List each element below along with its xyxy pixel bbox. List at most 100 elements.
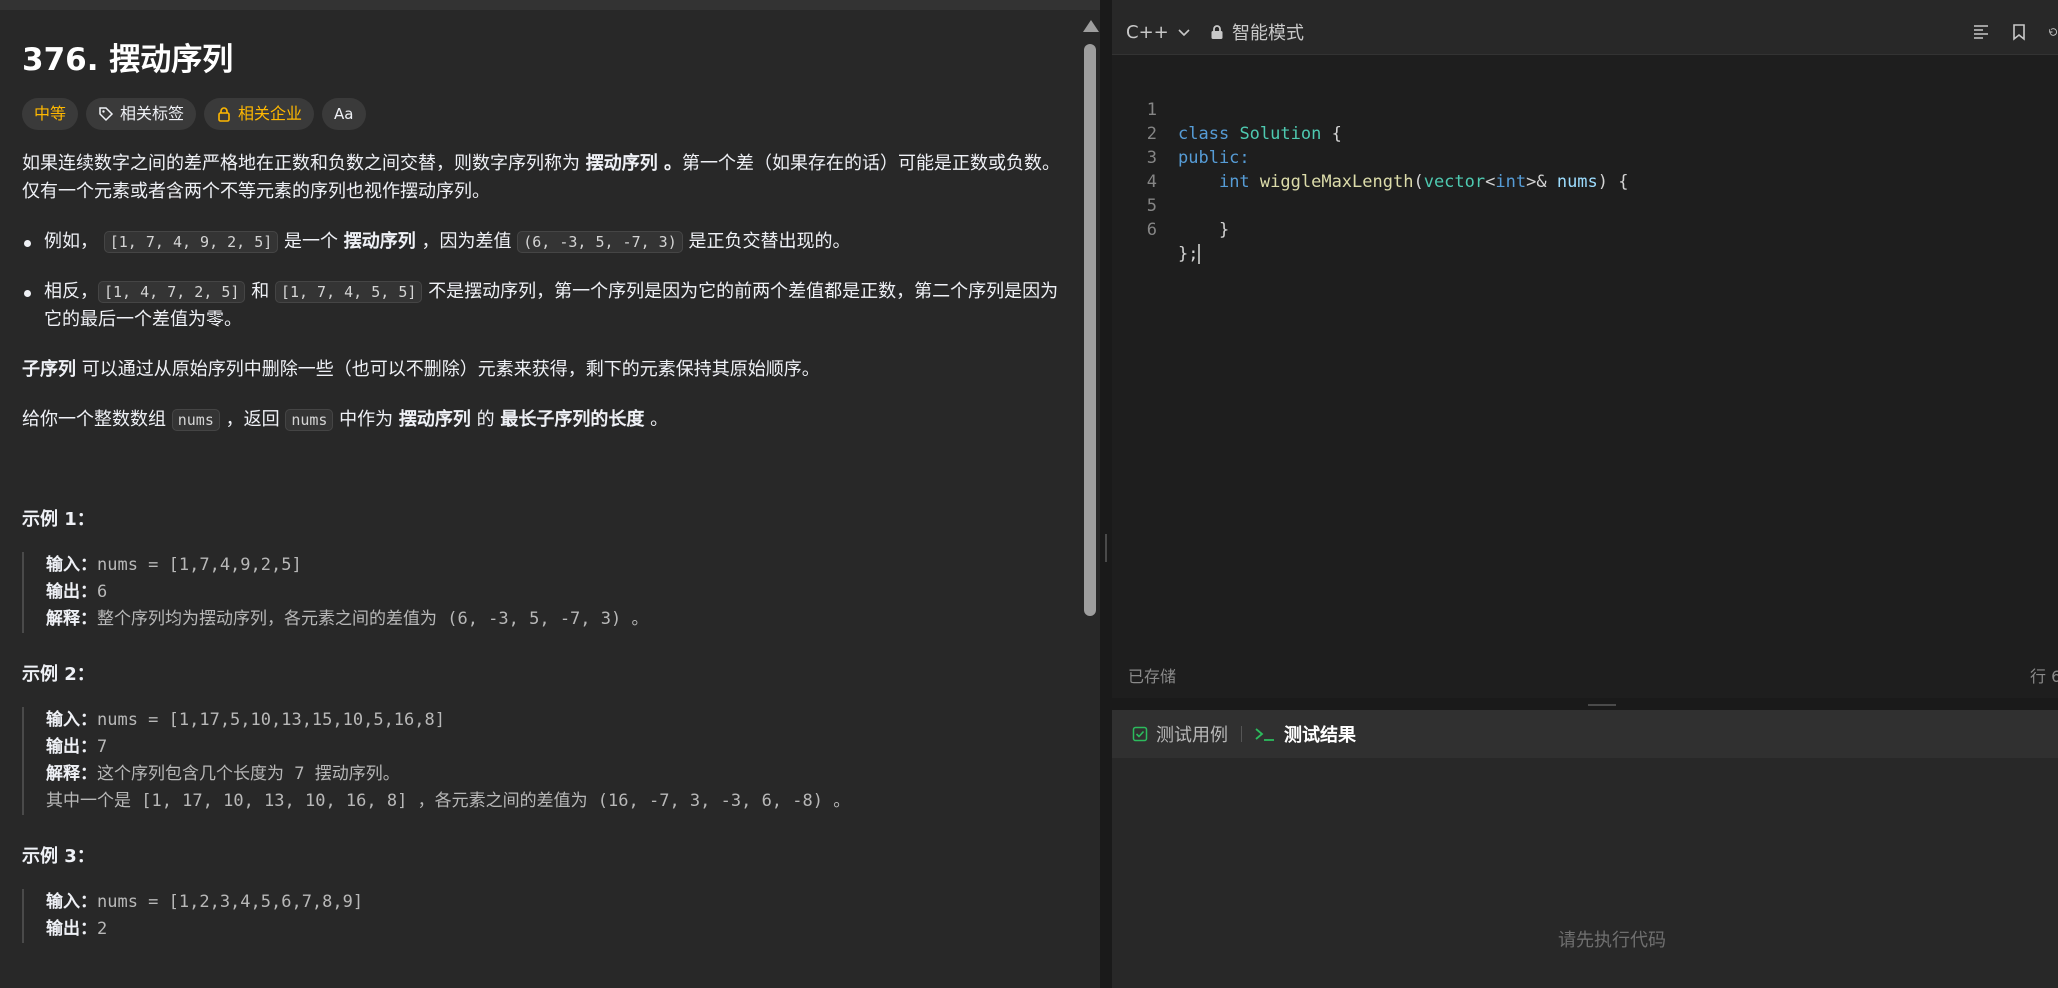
horizontal-splitter-handle[interactable]: [1588, 704, 1616, 706]
input-label: 输入：: [46, 710, 97, 730]
list-item: 相反， [1, 4, 7, 2, 5] 和 [1, 7, 4, 5, 5] 不是摆…: [22, 278, 1064, 334]
inline-code: (6, -3, 5, -7, 3): [517, 231, 683, 253]
text: 。: [644, 409, 669, 430]
input-label: 输入：: [46, 555, 97, 575]
bold-text: 子序列: [22, 359, 76, 380]
vertical-splitter-handle[interactable]: [1105, 534, 1107, 562]
text: 例如，: [44, 231, 104, 252]
cursor-position-text: 行 6: [2030, 667, 2058, 686]
lock-icon: [1211, 25, 1223, 39]
code-line: 3 int wiggleMaxLength(vector<int>& nums)…: [1112, 122, 2058, 192]
code-line: 5 }: [1112, 170, 2058, 240]
text: 中作为: [333, 409, 399, 430]
tab-testresult[interactable]: 测试结果: [1254, 710, 1356, 758]
run-code-hint: 请先执行代码: [1558, 930, 1666, 951]
example-2-title: 示例 2：: [22, 664, 95, 685]
mode-label: 智能模式: [1232, 23, 1304, 44]
paragraph-3: 给你一个整数数组 nums ，返回 nums 中作为 摆动序列 的 最长子序列的…: [22, 406, 1064, 434]
example-explain: 整个序列均为摆动序列，各元素之间的差值为 (6, -3, 5, -7, 3) 。: [97, 609, 649, 629]
bold-text: 摆动序列: [343, 231, 416, 252]
example-output: 7: [97, 737, 108, 757]
related-tags-label: 相关标签: [120, 104, 185, 123]
example-input: nums = [1,2,3,4,5,6,7,8,9]: [97, 892, 364, 912]
inline-code: nums: [171, 409, 220, 431]
bold-text: 摆动序列 。: [585, 153, 682, 174]
mode-selector[interactable]: 智能模式: [1210, 10, 1304, 54]
vertical-splitter[interactable]: [1100, 0, 1112, 988]
example-2: 输入：nums = [1,17,5,10,13,15,10,5,16,8] 输出…: [22, 707, 1064, 815]
output-label: 输出：: [46, 582, 97, 602]
text: 相反，: [44, 281, 98, 302]
language-label: C++: [1126, 21, 1169, 43]
inline-code: nums: [285, 409, 334, 431]
example-explain-continued: 其中一个是 [1, 17, 10, 13, 10, 16, 8] ，各元素之间的…: [46, 791, 851, 811]
test-panel: 测试用例 测试结果 请先执行代码: [1112, 710, 2058, 988]
editor-toolbar: C++ 智能模式: [1112, 10, 2058, 55]
tag-row: 中等 相关标签 相关企业 Aa: [22, 98, 1064, 130]
code-line: 1 class Solution {: [1112, 74, 2058, 144]
list-item: 例如， [1, 7, 4, 9, 2, 5] 是一个 摆动序列 ，因为差值 (6…: [22, 228, 1064, 256]
font-icon: Aa: [334, 105, 354, 123]
bold-text: 摆动序列: [398, 409, 471, 430]
example-output: 6: [97, 582, 108, 602]
reset-icon[interactable]: [2048, 23, 2058, 41]
lock-icon: [218, 107, 230, 122]
output-label: 输出：: [46, 919, 97, 939]
example-3-title: 示例 3：: [22, 846, 95, 867]
scroll-up-arrow[interactable]: [1083, 20, 1099, 32]
explain-label: 解释：: [46, 764, 97, 784]
related-companies-button[interactable]: 相关企业: [204, 98, 315, 130]
horizontal-splitter[interactable]: [1112, 698, 2058, 710]
inline-code: [1, 7, 4, 5, 5]: [274, 281, 423, 303]
bold-text: 最长子序列的长度: [500, 409, 645, 430]
tab-testcase-label: 测试用例: [1156, 725, 1228, 746]
language-selector[interactable]: C++: [1126, 10, 1191, 54]
text: ，返回: [219, 409, 286, 430]
text: 给你一个整数数组: [22, 409, 172, 430]
checkbox-icon: [1132, 726, 1148, 742]
text: 是一个: [278, 231, 344, 252]
editor-tool-icons: [1972, 10, 2058, 54]
code-editor-panel: C++ 智能模式 1 class Solution { 2 public: 3 …: [1112, 10, 2058, 698]
line-number: 6: [1146, 220, 1157, 240]
text: 是正负交替出现的。: [682, 231, 851, 252]
example-1-title: 示例 1：: [22, 509, 95, 530]
difficulty-badge[interactable]: 中等: [22, 98, 79, 130]
problem-description: 376. 摆动序列 中等 相关标签 相关企业 Aa 如果连续数字之间的差严格地在…: [22, 38, 1064, 961]
text-cursor: [1198, 244, 1201, 264]
input-label: 输入：: [46, 892, 97, 912]
related-tags-button[interactable]: 相关标签: [86, 98, 197, 130]
explain-label: 解释：: [46, 609, 97, 629]
example-1: 输入：nums = [1,7,4,9,2,5] 输出：6 解释：整个序列均为摆动…: [22, 552, 1064, 633]
output-label: 输出：: [46, 737, 97, 757]
terminal-icon: [1255, 728, 1274, 741]
text: 的: [470, 409, 501, 430]
bookmark-icon[interactable]: [2010, 23, 2028, 41]
tab-testresult-label: 测试结果: [1284, 725, 1356, 746]
example-input: nums = [1,17,5,10,13,15,10,5,16,8]: [97, 710, 445, 730]
saved-status: 已存储: [1128, 667, 1177, 686]
editor-topbar: [1112, 0, 2058, 10]
test-tabs: 测试用例 测试结果: [1112, 710, 2058, 758]
text: 可以通过从原始序列中删除一些（也可以不删除）元素来获得，剩下的元素保持其原始顺序…: [76, 359, 820, 380]
example-input: nums = [1,7,4,9,2,5]: [97, 555, 302, 575]
translate-button[interactable]: Aa: [322, 98, 366, 130]
problem-panel: 376. 摆动序列 中等 相关标签 相关企业 Aa 如果连续数字之间的差严格地在…: [0, 0, 1100, 988]
scrollbar-thumb[interactable]: [1084, 44, 1096, 616]
text: 如果连续数字之间的差严格地在正数和负数之间交替，则数字序列称为: [22, 153, 586, 174]
tag-icon: [99, 107, 114, 122]
code-line: 2 public:: [1112, 98, 2058, 168]
code-token: };: [1178, 244, 1199, 264]
inline-code: [1, 7, 4, 9, 2, 5]: [103, 231, 279, 253]
chevron-down-icon: [1178, 29, 1190, 37]
example-3: 输入：nums = [1,2,3,4,5,6,7,8,9] 输出：2: [22, 889, 1064, 943]
example-explain: 这个序列包含几个长度为 7 摆动序列。: [97, 764, 400, 784]
example-bullets: 例如， [1, 7, 4, 9, 2, 5] 是一个 摆动序列 ，因为差值 (6…: [22, 228, 1064, 334]
format-icon[interactable]: [1972, 23, 1990, 41]
panel-topbar: [0, 0, 1100, 10]
code-area[interactable]: 1 class Solution { 2 public: 3 int wiggl…: [1112, 66, 2058, 666]
related-companies-label: 相关企业: [238, 104, 303, 123]
code-line: 4: [1112, 146, 2058, 192]
tab-testcase[interactable]: 测试用例: [1132, 710, 1228, 758]
example-output: 2: [97, 919, 108, 939]
